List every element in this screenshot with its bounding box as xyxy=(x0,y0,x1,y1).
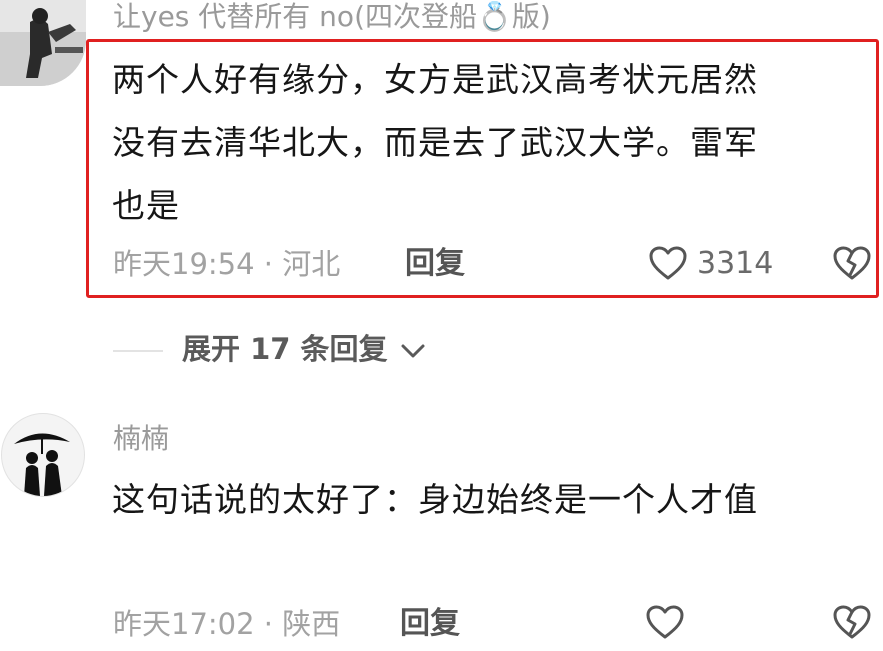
expand-replies-button[interactable]: 展开 17 条回复 xyxy=(182,335,388,364)
comment-timestamp: 昨天19:54 · 河北 xyxy=(113,247,341,281)
comment-text-line: 这句话说的太好了：身边始终是一个人才值 xyxy=(112,480,758,519)
expand-replies-label: 展开 17 条回复 xyxy=(182,332,388,366)
comment-username[interactable]: 楠楠 xyxy=(113,425,169,453)
comment-username[interactable]: 让yes 代替所有 no(四次登船💍版) xyxy=(113,3,551,31)
comment-timestamp: 昨天17:02 · 陕西 xyxy=(113,607,341,641)
reply-button[interactable]: 回复 xyxy=(400,609,460,639)
comment-text-line: 没有去清华北大，而是去了武汉大学。雷军 xyxy=(112,123,758,162)
comment-text-line: 也是 xyxy=(112,186,180,225)
comment-text[interactable]: 这句话说的太好了：身边始终是一个人才值 xyxy=(112,468,758,531)
divider xyxy=(113,350,163,352)
avatar[interactable] xyxy=(1,413,85,497)
heart-outline-icon[interactable] xyxy=(648,245,688,281)
comment-text[interactable]: 两个人好有缘分，女方是武汉高考状元居然 没有去清华北大，而是去了武汉大学。雷军 … xyxy=(112,48,758,237)
reply-button[interactable]: 回复 xyxy=(405,249,465,279)
chevron-down-icon[interactable] xyxy=(399,341,427,361)
heart-outline-icon[interactable] xyxy=(645,604,685,640)
avatar[interactable] xyxy=(0,0,86,86)
comment-text-line: 两个人好有缘分，女方是武汉高考状元居然 xyxy=(112,60,758,99)
like-count: 3314 xyxy=(697,246,774,281)
broken-heart-icon[interactable] xyxy=(832,245,872,281)
broken-heart-icon[interactable] xyxy=(832,604,872,640)
